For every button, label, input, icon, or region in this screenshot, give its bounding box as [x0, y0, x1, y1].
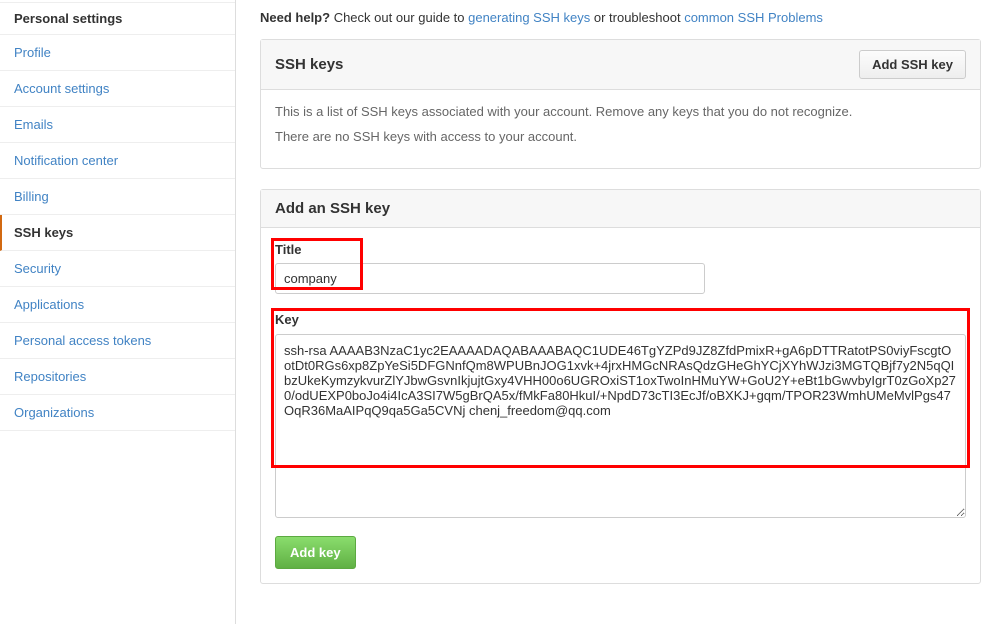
sidebar-item-notification-center[interactable]: Notification center [0, 143, 235, 179]
ssh-keys-panel: SSH keys Add SSH key This is a list of S… [260, 39, 981, 169]
title-input[interactable] [275, 263, 705, 294]
sidebar-item-billing[interactable]: Billing [0, 179, 235, 215]
sidebar-item-profile[interactable]: Profile [0, 35, 235, 71]
help-bold: Need help? [260, 10, 330, 25]
sidebar-item-emails[interactable]: Emails [0, 107, 235, 143]
add-key-button[interactable]: Add key [275, 536, 356, 569]
main-content: Need help? Check out our guide to genera… [236, 0, 991, 624]
add-ssh-key-button[interactable]: Add SSH key [859, 50, 966, 79]
sidebar-item-applications[interactable]: Applications [0, 287, 235, 323]
sidebar: Personal settings Profile Account settin… [0, 0, 236, 624]
add-ssh-key-panel: Add an SSH key Title Key Add key [260, 189, 981, 584]
help-line: Need help? Check out our guide to genera… [260, 10, 981, 25]
key-label: Key [275, 312, 299, 327]
ssh-keys-desc1: This is a list of SSH keys associated wi… [275, 104, 966, 119]
key-field-group: Key [275, 312, 966, 518]
sidebar-item-ssh-keys[interactable]: SSH keys [0, 215, 235, 251]
help-text2: or troubleshoot [590, 10, 684, 25]
sidebar-item-personal-access-tokens[interactable]: Personal access tokens [0, 323, 235, 359]
title-field-group: Title [275, 242, 966, 294]
submit-wrap: Add key [275, 536, 966, 569]
ssh-keys-desc2: There are no SSH keys with access to you… [275, 129, 966, 144]
ssh-keys-panel-header: SSH keys Add SSH key [261, 40, 980, 90]
add-ssh-key-panel-body: Title Key Add key [261, 228, 980, 583]
key-textarea[interactable] [275, 334, 966, 518]
ssh-keys-panel-body: This is a list of SSH keys associated wi… [261, 90, 980, 168]
sidebar-item-security[interactable]: Security [0, 251, 235, 287]
common-ssh-problems-link[interactable]: common SSH Problems [684, 10, 823, 25]
help-text1: Check out our guide to [330, 10, 468, 25]
title-label: Title [275, 242, 302, 257]
sidebar-item-account-settings[interactable]: Account settings [0, 71, 235, 107]
ssh-keys-title: SSH keys [275, 56, 343, 73]
generating-ssh-link[interactable]: generating SSH keys [468, 10, 590, 25]
add-ssh-key-title: Add an SSH key [275, 200, 390, 217]
sidebar-item-organizations[interactable]: Organizations [0, 395, 235, 431]
sidebar-title: Personal settings [0, 2, 235, 35]
add-ssh-key-panel-header: Add an SSH key [261, 190, 980, 228]
sidebar-item-repositories[interactable]: Repositories [0, 359, 235, 395]
